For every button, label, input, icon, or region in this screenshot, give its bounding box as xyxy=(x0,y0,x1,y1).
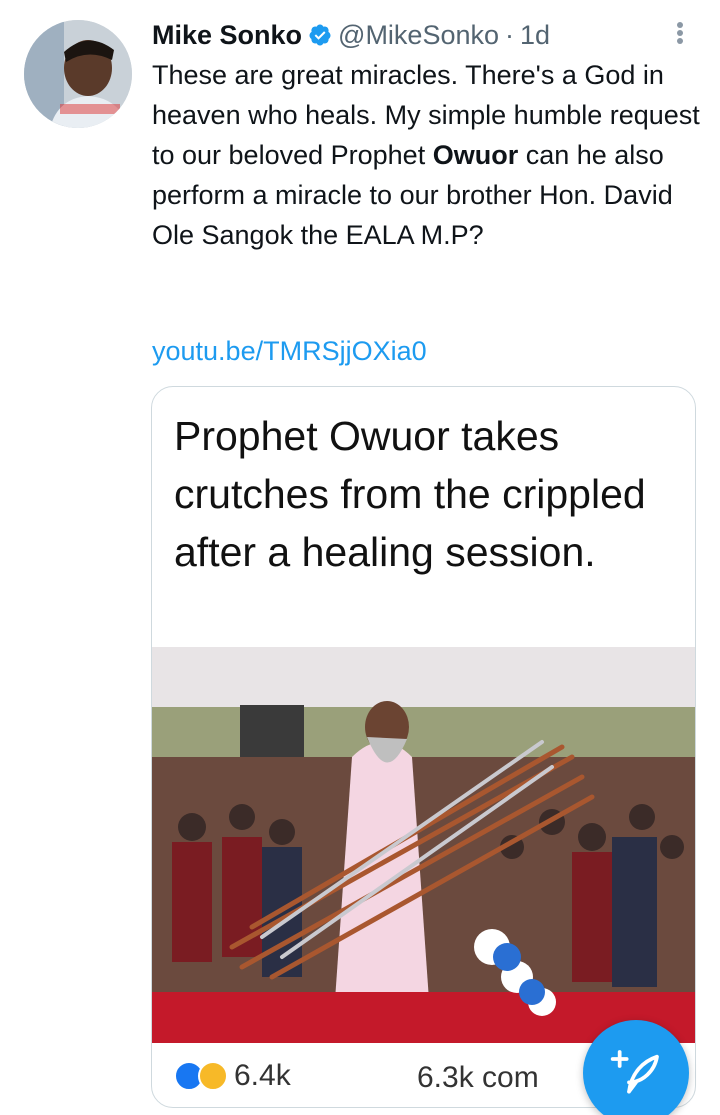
media-caption: Prophet Owuor takes crutches from the cr… xyxy=(174,413,646,575)
crowd-photo-image xyxy=(152,647,695,1043)
more-vertical-icon[interactable] xyxy=(668,18,692,48)
avatar[interactable] xyxy=(24,20,132,128)
display-name[interactable]: Mike Sonko xyxy=(152,20,302,51)
verified-badge-icon xyxy=(309,24,331,46)
timestamp[interactable]: 1d xyxy=(520,20,550,51)
tweet-text: These are great miracles. There's a God … xyxy=(152,55,700,255)
avatar-image xyxy=(24,20,132,128)
reactions[interactable]: 6.4k xyxy=(174,1059,291,1093)
haha-reaction-icon xyxy=(198,1061,228,1091)
compose-button[interactable] xyxy=(583,1020,689,1115)
reactions-count: 6.4k xyxy=(234,1059,291,1092)
compose-feather-icon xyxy=(610,1050,659,1094)
comments-count: 6.3k com xyxy=(417,1061,539,1094)
handle[interactable]: @MikeSonko xyxy=(338,20,499,51)
media-photo[interactable] xyxy=(152,647,695,1043)
separator-dot: · xyxy=(505,19,515,50)
tweet-link[interactable]: youtu.be/TMRSjjOXia0 xyxy=(152,336,427,367)
media-card[interactable]: Prophet Owuor takes crutches from the cr… xyxy=(151,386,696,1108)
tweet-header: Mike Sonko @MikeSonko · 1d xyxy=(152,16,550,54)
tweet-text-bold: Owuor xyxy=(432,140,519,170)
